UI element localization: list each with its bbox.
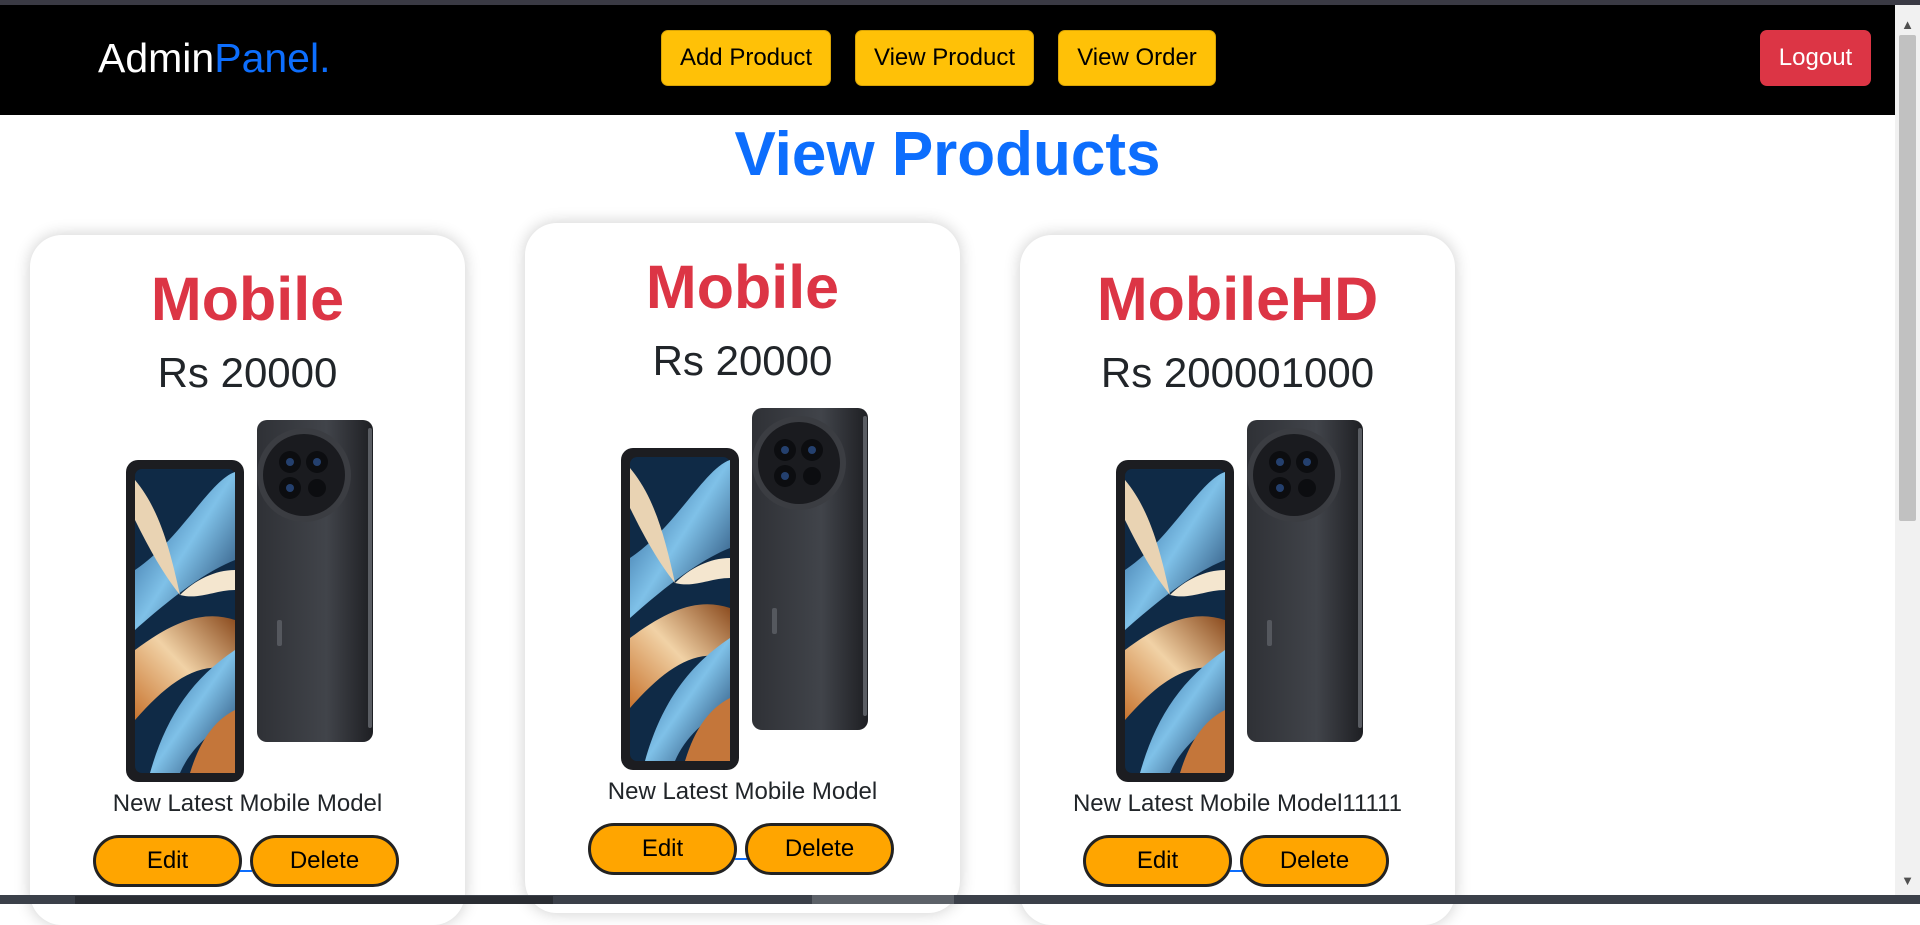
triangle-up-icon[interactable]: ▲ xyxy=(1895,15,1920,35)
product-description: New Latest Mobile Model xyxy=(112,790,383,817)
brand-logo[interactable]: AdminPanel. xyxy=(98,32,330,84)
scrollbar-thumb[interactable] xyxy=(1899,35,1916,521)
triangle-down-icon[interactable]: ▼ xyxy=(1895,871,1920,891)
view-product-button[interactable]: View Product xyxy=(855,30,1034,86)
product-price: Rs 20000 xyxy=(157,349,338,396)
taskbar-segment xyxy=(75,896,553,904)
brand-text: Admin xyxy=(98,35,215,81)
product-price: Rs 200001000 xyxy=(1100,349,1375,396)
add-product-button[interactable]: Add Product xyxy=(661,30,831,86)
product-actions: Edit Delete xyxy=(30,835,465,889)
brand-accent-text: Panel. xyxy=(214,35,331,81)
edit-button[interactable]: Edit xyxy=(1083,835,1232,887)
product-description: New Latest Mobile Model xyxy=(607,778,878,805)
product-price: Rs 20000 xyxy=(652,337,833,384)
product-description: New Latest Mobile Model11111 xyxy=(1072,790,1403,817)
product-image xyxy=(1110,420,1365,785)
product-image xyxy=(615,408,870,773)
top-navbar: AdminPanel. Add Product View Product Vie… xyxy=(0,5,1895,115)
product-actions: Edit Delete xyxy=(525,823,960,877)
delete-button[interactable]: Delete xyxy=(745,823,894,875)
product-card: MobileHD Rs 200001000 New Latest Mobile … xyxy=(1020,235,1455,925)
product-name: Mobile xyxy=(150,265,345,333)
edit-button[interactable]: Edit xyxy=(588,823,737,875)
view-order-button[interactable]: View Order xyxy=(1058,30,1216,86)
edit-button[interactable]: Edit xyxy=(93,835,242,887)
product-actions: Edit Delete xyxy=(1020,835,1455,889)
delete-button[interactable]: Delete xyxy=(250,835,399,887)
product-name: Mobile xyxy=(645,253,840,321)
product-name: MobileHD xyxy=(1096,265,1379,333)
delete-button[interactable]: Delete xyxy=(1240,835,1389,887)
page-title: View Products xyxy=(734,120,1161,189)
vertical-scrollbar[interactable]: ▲ ▼ xyxy=(1895,5,1920,895)
taskbar-edge xyxy=(0,895,1920,904)
product-image xyxy=(120,420,375,785)
logout-button[interactable]: Logout xyxy=(1760,30,1871,86)
link-underline xyxy=(240,870,252,872)
link-underline xyxy=(735,858,747,860)
taskbar-segment xyxy=(812,895,954,904)
product-card: Mobile Rs 20000 New Latest Mobile Model … xyxy=(525,223,960,913)
product-card: Mobile Rs 20000 New Latest Mobile Model … xyxy=(30,235,465,925)
link-underline xyxy=(1230,870,1242,872)
